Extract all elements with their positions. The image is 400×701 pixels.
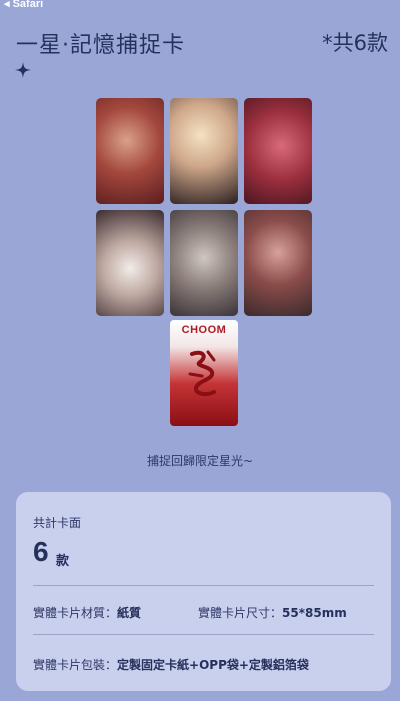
photocard-2[interactable] (170, 98, 238, 204)
package-row: 實體卡片包裝：定製固定卡紙+OPP袋+定製鋁箔袋 (33, 656, 309, 673)
size-row: 實體卡片尺寸：55*85mm (198, 604, 347, 621)
photocard-3[interactable] (244, 98, 312, 204)
size-label: 實體卡片尺寸： (198, 606, 283, 620)
choom-logo-text: CHOOM (181, 324, 227, 336)
total-faces-unit: 款 (56, 554, 70, 569)
material-row: 實體卡片材質：紙質 (33, 604, 141, 621)
photocard-1[interactable] (96, 98, 164, 204)
total-faces-label: 共計卡面 (33, 516, 82, 530)
photocard-5[interactable] (170, 210, 238, 316)
back-to-safari-link[interactable]: ◂ Safari (4, 0, 43, 10)
page-title: 一星·記憶捕捉卡 (16, 33, 185, 58)
package-value: 定製固定卡紙+OPP袋+定製鋁箔袋 (117, 658, 309, 672)
photocard-6[interactable] (244, 210, 312, 316)
capture-caption: 捕捉回歸限定星光~ (146, 454, 254, 468)
material-label: 實體卡片材質： (33, 606, 118, 620)
divider (33, 634, 374, 635)
card-count-label: *共6款 (322, 31, 388, 55)
material-value: 紙質 (117, 606, 142, 620)
package-label: 實體卡片包裝： (33, 658, 118, 672)
total-faces-value: 6 (33, 536, 49, 567)
four-point-star-icon (14, 61, 32, 79)
calligraphy-mark-icon (188, 350, 216, 397)
photocard-4[interactable] (96, 210, 164, 316)
size-value: 55*85mm (282, 606, 347, 620)
divider (33, 585, 374, 586)
choom-special-card[interactable]: CHOOM (170, 320, 238, 426)
card-info-panel: 共計卡面 6 款 實體卡片材質：紙質 實體卡片尺寸：55*85mm 實體卡片包裝… (16, 492, 391, 691)
